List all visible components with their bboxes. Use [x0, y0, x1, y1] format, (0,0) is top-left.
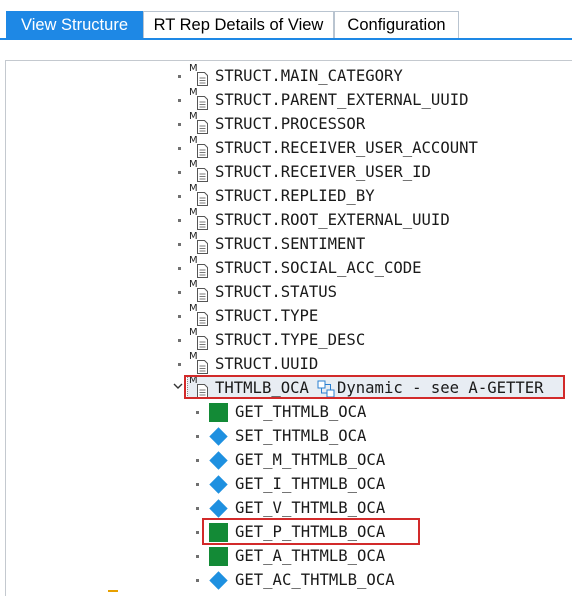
document-icon	[197, 336, 208, 350]
tree-bullet	[196, 435, 199, 438]
scroll-indicator	[108, 590, 118, 592]
tree-node-struct-type[interactable]: M STRUCT.TYPE	[6, 304, 566, 328]
tab-configuration[interactable]: Configuration	[334, 11, 459, 38]
document-icon	[197, 144, 208, 158]
tree-node-label: STRUCT.RECEIVER_USER_ACCOUNT	[215, 139, 478, 157]
tree-bullet	[178, 99, 181, 102]
tree-node-label: STRUCT.ROOT_EXTERNAL_UUID	[215, 211, 450, 229]
tree-node-label: GET_THTMLB_OCA	[235, 403, 367, 421]
green-square-icon	[209, 403, 228, 422]
document-icon	[197, 288, 208, 302]
tree-node-struct-sentiment[interactable]: M STRUCT.SENTIMENT	[6, 232, 566, 256]
document-icon	[197, 120, 208, 134]
tree-node-label: STRUCT.STATUS	[215, 283, 338, 301]
tree-node-method-get-thtmlb-oca[interactable]: GET_THTMLB_OCA	[6, 400, 566, 424]
tree-node-method-get-ac-thtmlb-oca[interactable]: GET_AC_THTMLB_OCA	[6, 568, 566, 592]
tree-node-struct-status[interactable]: M STRUCT.STATUS	[6, 280, 566, 304]
tree-bullet	[196, 483, 199, 486]
tab-bar: View Structure RT Rep Details of View Co…	[0, 0, 572, 42]
tree-node-label: GET_A_THTMLB_OCA	[235, 547, 386, 565]
blue-diamond-icon	[209, 571, 228, 590]
tree-bullet	[178, 219, 181, 222]
blue-diamond-icon	[209, 427, 228, 446]
tab-underline	[0, 38, 572, 40]
highlight-box-thtmlb-oca	[184, 375, 565, 399]
tree-bullet	[178, 147, 181, 150]
tree-node-method-get-i-thtmlb-oca[interactable]: GET_I_THTMLB_OCA	[6, 472, 566, 496]
tree-node-struct-social-acc-code[interactable]: M STRUCT.SOCIAL_ACC_CODE	[6, 256, 566, 280]
blue-diamond-icon	[209, 475, 228, 494]
document-icon	[197, 240, 208, 254]
tree-node-label: STRUCT.SENTIMENT	[215, 235, 366, 253]
blue-diamond-icon	[209, 499, 228, 518]
tree-node-struct-uuid[interactable]: M STRUCT.UUID	[6, 352, 566, 376]
tree-node-label: GET_V_THTMLB_OCA	[235, 499, 386, 517]
view-structure-tree[interactable]: M STRUCT.MAIN_CATEGORY M STRUCT.PARENT_E…	[5, 60, 572, 596]
tree-node-label: SET_THTMLB_OCA	[235, 427, 367, 445]
tree-node-label: GET_M_THTMLB_OCA	[235, 451, 386, 469]
tree-bullet	[178, 315, 181, 318]
tab-view-structure[interactable]: View Structure	[6, 11, 143, 38]
tree-node-label: GET_AC_THTMLB_OCA	[235, 571, 395, 589]
document-icon	[197, 192, 208, 206]
tree-bullet	[196, 579, 199, 582]
tree-node-label: STRUCT.TYPE	[215, 307, 319, 325]
tree-node-struct-type-desc[interactable]: M STRUCT.TYPE_DESC	[6, 328, 566, 352]
tree-node-method-set-thtmlb-oca[interactable]: SET_THTMLB_OCA	[6, 424, 566, 448]
tree-node-label: STRUCT.SOCIAL_ACC_CODE	[215, 259, 422, 277]
tree-node-method-get-a-thtmlb-oca[interactable]: GET_A_THTMLB_OCA	[6, 544, 566, 568]
tree-bullet	[196, 531, 199, 534]
document-icon	[197, 96, 208, 110]
tree-bullet	[178, 291, 181, 294]
tree-node-struct-root-external-uuid[interactable]: M STRUCT.ROOT_EXTERNAL_UUID	[6, 208, 566, 232]
tree-node-label: GET_I_THTMLB_OCA	[235, 475, 386, 493]
blue-diamond-icon	[209, 451, 228, 470]
tree-bullet	[178, 171, 181, 174]
tree-node-struct-receiver-user-id[interactable]: M STRUCT.RECEIVER_USER_ID	[6, 160, 566, 184]
document-icon	[197, 216, 208, 230]
tree-node-struct-main-category[interactable]: M STRUCT.MAIN_CATEGORY	[6, 64, 566, 88]
tree-bullet	[178, 243, 181, 246]
tree-bullet	[178, 123, 181, 126]
tree-node-label: STRUCT.REPLIED_BY	[215, 187, 375, 205]
tree-bullet	[178, 339, 181, 342]
tree-node-struct-replied-by[interactable]: M STRUCT.REPLIED_BY	[6, 184, 566, 208]
chevron-down-icon[interactable]	[173, 381, 183, 391]
tree-node-label: STRUCT.TYPE_DESC	[215, 331, 366, 349]
tree-node-label: STRUCT.PARENT_EXTERNAL_UUID	[215, 91, 469, 109]
tree-node-label: STRUCT.MAIN_CATEGORY	[215, 67, 403, 85]
tab-rt-rep-details-of-view[interactable]: RT Rep Details of View	[143, 11, 334, 38]
document-icon	[197, 264, 208, 278]
tree-bullet	[196, 411, 199, 414]
tree-bullet	[196, 459, 199, 462]
tree-node-method-get-m-thtmlb-oca[interactable]: GET_M_THTMLB_OCA	[6, 448, 566, 472]
document-icon	[197, 72, 208, 86]
tree-bullet	[178, 195, 181, 198]
tree-bullet	[178, 267, 181, 270]
tree-node-struct-processor[interactable]: M STRUCT.PROCESSOR	[6, 112, 566, 136]
green-square-icon	[209, 547, 228, 566]
tree-node-label: STRUCT.RECEIVER_USER_ID	[215, 163, 431, 181]
tree-node-struct-receiver-user-account[interactable]: M STRUCT.RECEIVER_USER_ACCOUNT	[6, 136, 566, 160]
document-icon	[197, 168, 208, 182]
document-icon	[197, 312, 208, 326]
tree-node-label: STRUCT.UUID	[215, 355, 319, 373]
tree-bullet	[196, 555, 199, 558]
tree-bullet	[178, 363, 181, 366]
tree-node-label: STRUCT.PROCESSOR	[215, 115, 366, 133]
tree-node-struct-parent-external-uuid[interactable]: M STRUCT.PARENT_EXTERNAL_UUID	[6, 88, 566, 112]
tree-bullet	[178, 75, 181, 78]
highlight-box-get-p-thtmlb-oca	[202, 518, 420, 545]
tree-node-method-get-v-thtmlb-oca[interactable]: GET_V_THTMLB_OCA	[6, 496, 566, 520]
tree-bullet	[196, 507, 199, 510]
document-icon	[197, 360, 208, 374]
